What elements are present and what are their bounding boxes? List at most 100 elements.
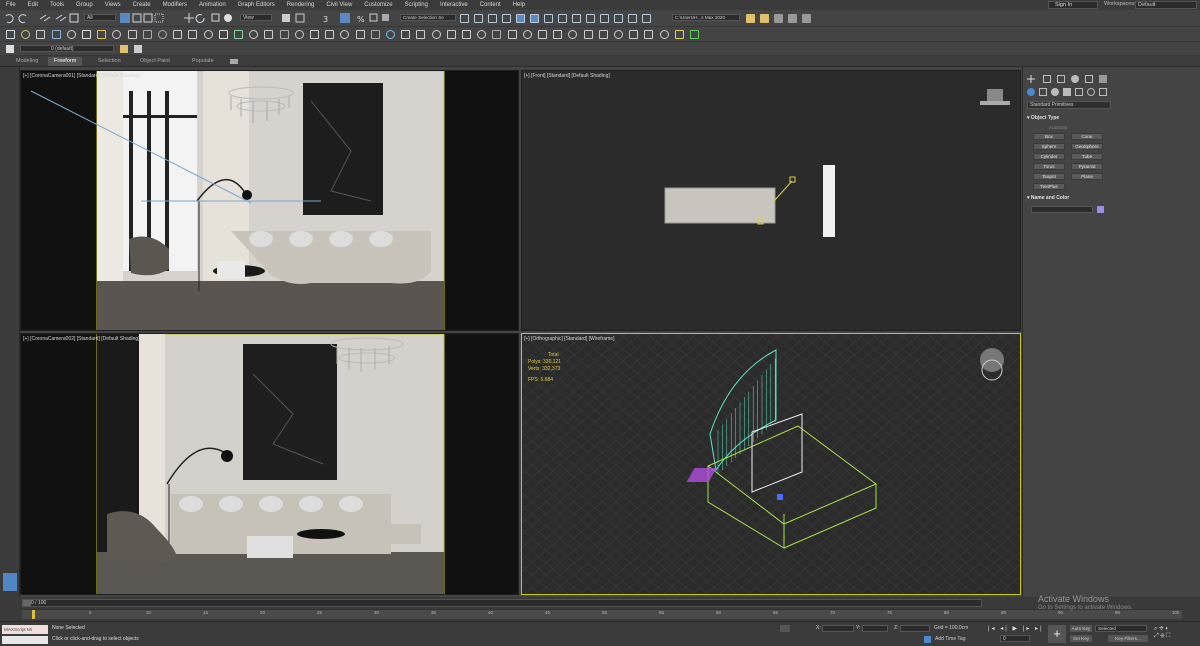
primitive-textplus-button[interactable]: TextPlus	[1033, 183, 1065, 190]
set-key-button[interactable]: Set Key	[1070, 635, 1092, 642]
shapes-icon[interactable]	[1039, 88, 1047, 96]
current-frame-field[interactable]: 0	[1000, 635, 1030, 642]
primitive-pyramid-button[interactable]: Pyramid	[1071, 163, 1103, 170]
curve-editor-icon[interactable]	[544, 14, 553, 23]
tab-selection[interactable]: Selection	[98, 58, 121, 64]
modeling-tool-2-icon[interactable]	[21, 30, 31, 39]
mirror-icon[interactable]	[474, 14, 483, 23]
modeling-tool-42-icon[interactable]	[629, 30, 639, 39]
modeling-tool-39-icon[interactable]	[583, 30, 593, 39]
modeling-tool-5-icon[interactable]	[66, 30, 76, 39]
modeling-tool-22-icon[interactable]	[325, 30, 335, 39]
modeling-tool-32-icon[interactable]	[477, 30, 487, 39]
viewport-label[interactable]: [+] [Front] [Standard] [Default Shading]	[524, 73, 610, 79]
menu-rendering[interactable]: Rendering	[281, 2, 321, 8]
menu-file[interactable]: File	[0, 2, 22, 8]
prev-frame-icon[interactable]	[23, 600, 31, 606]
menu-modifiers[interactable]: Modifiers	[157, 2, 193, 8]
selection-set-dropdown[interactable]: Create Selection Se	[400, 14, 456, 21]
time-slider[interactable]: 0 / 100	[22, 599, 982, 607]
modeling-tool-9-icon[interactable]	[127, 30, 137, 39]
viewport-nav-icons[interactable]: ⌕ ✥ ◐ ⤢ ⊕ ⛶	[1154, 626, 1194, 642]
primitive-box-button[interactable]: Box	[1033, 133, 1065, 140]
autogrid-checkbox[interactable]: AutoGrid	[1049, 125, 1067, 130]
utilities-tab-icon[interactable]	[1099, 75, 1107, 83]
display-tab-icon[interactable]	[1085, 75, 1093, 83]
modeling-tool-37-icon[interactable]	[553, 30, 563, 39]
object-name-field[interactable]	[1031, 206, 1093, 213]
modeling-tool-7-icon[interactable]	[97, 30, 107, 39]
modeling-tool-8-icon[interactable]	[112, 30, 122, 39]
modeling-tool-14-icon[interactable]	[203, 30, 213, 39]
modeling-tool-1-icon[interactable]	[6, 30, 15, 39]
modeling-tool-31-icon[interactable]	[462, 30, 471, 39]
track-bar[interactable]: 0 5 10 15 20 25 30 35 40 45 50 55 60 65 70 75 80 85 90 95 10…	[22, 609, 1182, 619]
spacewarps-icon[interactable]	[1087, 88, 1095, 96]
sign-in-button[interactable]: Sign In	[1048, 1, 1098, 9]
x-coord-field[interactable]	[822, 625, 854, 632]
ribbon-toggle-icon[interactable]	[230, 59, 238, 64]
modeling-tool-46-icon[interactable]	[690, 30, 699, 39]
modeling-tool-20-icon[interactable]	[294, 30, 304, 39]
menu-interactive[interactable]: Interactive	[434, 2, 474, 8]
primitive-cylinder-button[interactable]: Cylinder	[1033, 153, 1065, 160]
menu-group[interactable]: Group	[70, 2, 99, 8]
open-folder-icon[interactable]	[746, 14, 755, 23]
modeling-tool-40-icon[interactable]	[598, 30, 608, 39]
modeling-tool-38-icon[interactable]	[568, 30, 578, 39]
geometry-icon[interactable]	[1027, 88, 1035, 96]
modeling-tool-41-icon[interactable]	[614, 30, 623, 39]
menu-edit[interactable]: Edit	[22, 2, 44, 8]
viewport-camera-002[interactable]: [+] [CoronaCamera002] [Standard] [Defaul…	[20, 333, 519, 595]
tab-modeling[interactable]: Modeling	[16, 58, 38, 64]
systems-icon[interactable]	[1099, 88, 1107, 96]
viewport-label[interactable]: [+] [CoronaCamera001] [Standard] [Defaul…	[23, 73, 140, 79]
menu-help[interactable]: Help	[507, 2, 531, 8]
time-tag-icon[interactable]	[924, 636, 931, 643]
set-key-plus-icon[interactable]: +	[1048, 625, 1066, 643]
tab-object-paint[interactable]: Object Paint	[140, 58, 170, 64]
menu-civil-view[interactable]: Civil View	[320, 2, 358, 8]
modeling-tool-36-icon[interactable]	[538, 30, 547, 39]
modeling-tool-17-icon[interactable]	[249, 30, 259, 39]
modeling-tool-33-icon[interactable]	[492, 30, 502, 39]
menu-scripting[interactable]: Scripting	[399, 2, 434, 8]
modeling-tool-26-icon[interactable]	[386, 30, 395, 39]
modeling-tool-19-icon[interactable]	[279, 30, 289, 39]
playback-controls[interactable]: |◂ ◂| ▶ |▸ ▸|	[988, 625, 1044, 632]
auto-key-button[interactable]: Auto Key	[1070, 625, 1092, 632]
modeling-tool-4-icon[interactable]	[51, 30, 61, 39]
primitive-tube-button[interactable]: Tube	[1071, 153, 1103, 160]
toggle-ribbon-icon[interactable]	[530, 14, 539, 23]
tab-freeform[interactable]: Freeform	[48, 57, 83, 66]
maxscript-input[interactable]	[2, 636, 48, 644]
toggle-layer-explorer-icon[interactable]	[516, 14, 525, 23]
modeling-tool-21-icon[interactable]	[310, 30, 319, 39]
primitive-geosphere-button[interactable]: GeoSphere	[1071, 143, 1103, 150]
modeling-tool-23-icon[interactable]	[340, 30, 350, 39]
project-path-field[interactable]: C:\Users\H...s Max 2020	[672, 14, 740, 21]
viewport-layout-icon[interactable]	[3, 573, 17, 591]
menu-create[interactable]: Create	[127, 2, 157, 8]
name-color-rollout[interactable]: ▾ Name and Color	[1027, 195, 1111, 201]
primitive-plane-button[interactable]: Plane	[1071, 173, 1103, 180]
reference-coord-dropdown[interactable]: View	[240, 14, 272, 21]
modeling-tool-13-icon[interactable]	[188, 30, 198, 39]
selection-filter-dropdown[interactable]: All	[84, 14, 116, 21]
align-icon[interactable]	[488, 14, 497, 23]
modeling-tool-24-icon[interactable]	[355, 30, 365, 39]
viewport-orthographic[interactable]: [+] [Orthographic] [Standard] [Wireframe…	[521, 333, 1021, 595]
a360-icon[interactable]	[642, 14, 651, 23]
modeling-tool-6-icon[interactable]	[82, 30, 91, 39]
primitive-teapot-button[interactable]: Teapot	[1033, 173, 1065, 180]
y-coord-field[interactable]	[862, 625, 888, 632]
create-layer-icon[interactable]	[120, 45, 128, 53]
object-type-rollout[interactable]: ▾ Object Type	[1027, 115, 1111, 121]
modeling-tool-45-icon[interactable]	[674, 30, 684, 39]
create-tab-icon[interactable]	[1027, 75, 1035, 83]
menu-content[interactable]: Content	[474, 2, 507, 8]
viewport-label[interactable]: [+] [CoronaCamera002] [Standard] [Defaul…	[23, 336, 140, 342]
helper-icon[interactable]	[802, 14, 811, 23]
modeling-tool-28-icon[interactable]	[416, 30, 426, 39]
modeling-tool-3-icon[interactable]	[36, 30, 46, 39]
